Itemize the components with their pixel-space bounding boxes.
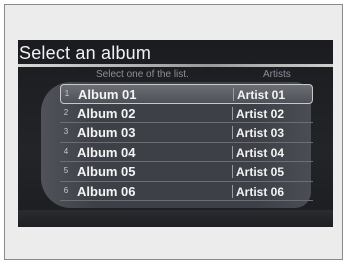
- album-name: Album 05: [77, 164, 136, 179]
- artist-name: Artist 01: [237, 88, 286, 102]
- album-name: Album 04: [77, 144, 136, 160]
- album-row-5[interactable]: 5 Album 05 Artist 05: [60, 162, 313, 182]
- column-divider: [232, 126, 233, 139]
- artist-name: Artist 02: [236, 106, 285, 121]
- row-number: 3: [63, 127, 69, 136]
- title-underline: [18, 64, 333, 67]
- column-divider: [232, 106, 233, 120]
- screen-title: Select an album: [19, 43, 152, 63]
- album-name: Album 02: [77, 105, 136, 121]
- album-row-4[interactable]: 4 Album 04 Artist 04: [60, 143, 313, 162]
- column-divider: [232, 145, 233, 159]
- album-name: Album 03: [77, 125, 136, 140]
- figure-frame: Select an album Select one of the list. …: [4, 4, 343, 260]
- artists-column-header: Artists: [263, 69, 291, 80]
- artist-name: Artist 05: [236, 165, 285, 179]
- column-divider: [232, 165, 233, 178]
- artist-name: Artist 03: [236, 126, 285, 140]
- album-row-2[interactable]: 2 Album 02 Artist 02: [60, 104, 313, 123]
- column-divider: [233, 88, 234, 101]
- list-hint: Select one of the list.: [96, 69, 189, 80]
- row-number: 2: [63, 107, 69, 117]
- album-row-1[interactable]: 1 Album 01 Artist 01: [60, 84, 313, 104]
- artist-name: Artist 04: [236, 145, 285, 160]
- row-number: 5: [63, 166, 69, 175]
- artist-name: Artist 06: [236, 184, 285, 199]
- album-name: Album 06: [77, 183, 136, 199]
- album-list[interactable]: 1 Album 01 Artist 01 2 Album 02 Artist 0…: [60, 84, 313, 201]
- album-row-6[interactable]: 6 Album 06 Artist 06: [60, 182, 313, 201]
- column-divider: [232, 184, 233, 198]
- album-name: Album 01: [78, 87, 137, 102]
- row-number: 6: [63, 185, 69, 195]
- row-number: 1: [64, 89, 70, 98]
- album-row-3[interactable]: 3 Album 03 Artist 03: [60, 123, 313, 143]
- navigation-screen: Select an album Select one of the list. …: [18, 40, 333, 227]
- row-number: 4: [63, 146, 69, 156]
- screen-bottom-band: [18, 210, 333, 227]
